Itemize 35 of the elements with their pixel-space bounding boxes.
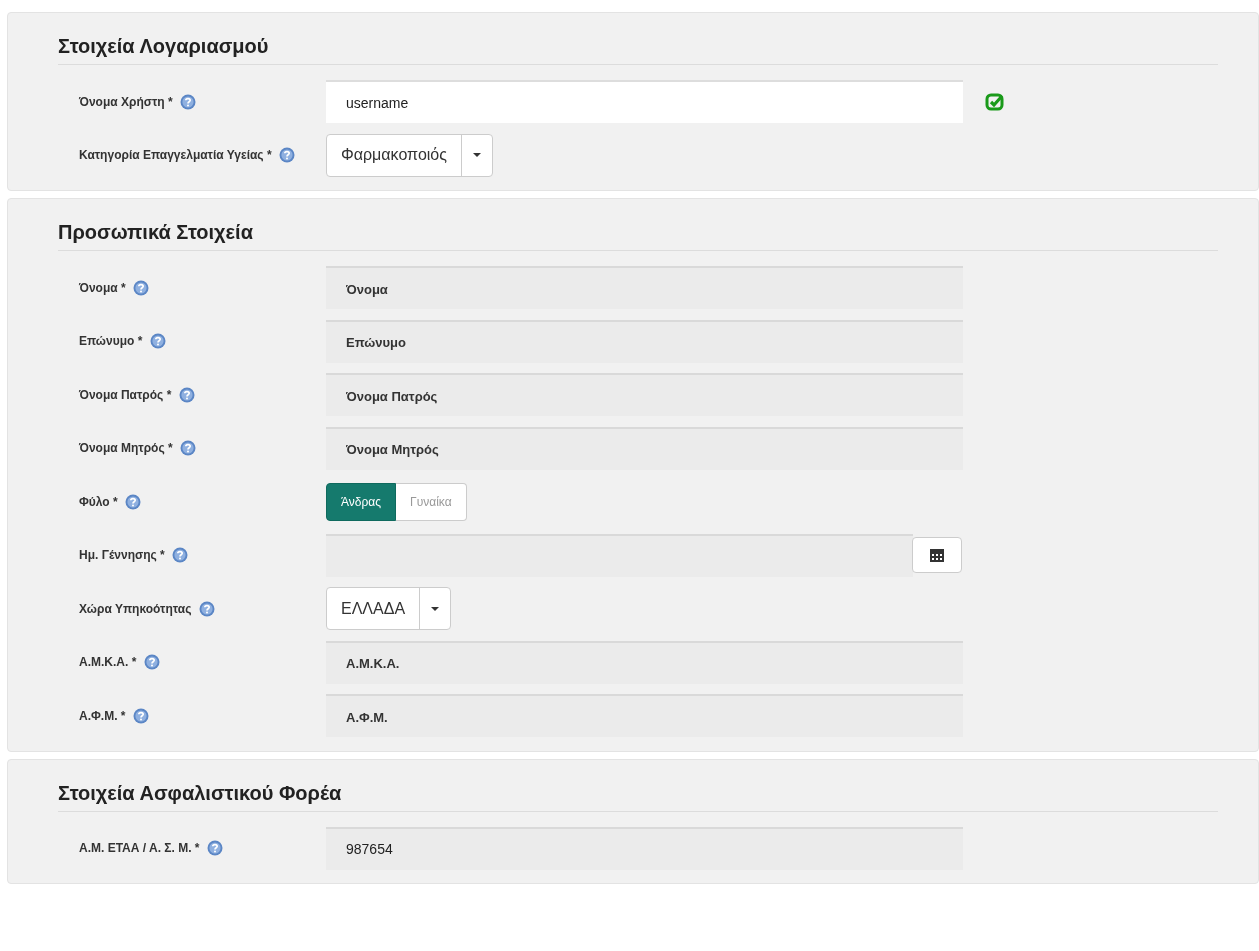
section-heading: Προσωπικά Στοιχεία xyxy=(58,221,1218,251)
select-dropdown[interactable]: ΕΛΛΑΔΑ xyxy=(326,587,452,631)
calendar-button[interactable] xyxy=(912,537,962,574)
help-icon[interactable] xyxy=(149,333,166,350)
section-heading: Στοιχεία Ασφαλιστικού Φορέα xyxy=(58,781,1218,812)
field-label: Κατηγορία Επαγγελματία Υγείας * xyxy=(79,148,272,163)
caret-icon xyxy=(431,606,440,611)
help-icon[interactable] xyxy=(172,547,189,564)
field-label: Επώνυμο * xyxy=(79,334,143,349)
text-input[interactable]: username xyxy=(326,80,963,124)
field-label: Α.Φ.Μ. * xyxy=(79,708,126,723)
field-label: Όνομα Μητρός * xyxy=(79,441,173,456)
caret-icon xyxy=(472,153,481,158)
section-heading: Στοιχεία Λογαριασμού xyxy=(58,35,1218,65)
field-label: Όνομα Χρήστη * xyxy=(79,94,173,109)
help-icon[interactable] xyxy=(133,279,150,296)
help-icon[interactable] xyxy=(198,600,215,617)
field-label: Α.Μ.Κ.Α. * xyxy=(79,655,137,670)
help-icon[interactable] xyxy=(143,654,160,671)
field-label: Α.Μ. ΕΤΑΑ / Α. Σ. Μ. * xyxy=(79,841,200,856)
select-dropdown[interactable]: Φαρμακοποιός xyxy=(326,133,493,177)
help-icon[interactable] xyxy=(279,147,296,164)
field-label: Φύλο * xyxy=(79,494,118,509)
field-label: Χώρα Υπηκοότητας xyxy=(79,601,192,616)
field-label: Όνομα Πατρός * xyxy=(79,387,172,402)
help-icon[interactable] xyxy=(180,440,197,457)
toggle-option[interactable]: Άνδρας xyxy=(326,482,397,521)
help-icon[interactable] xyxy=(207,840,223,857)
calendar-icon xyxy=(930,548,944,562)
field-label: Ημ. Γέννησης * xyxy=(79,548,165,563)
help-icon[interactable] xyxy=(178,386,195,403)
help-icon[interactable] xyxy=(180,93,197,110)
help-icon[interactable] xyxy=(133,707,149,724)
help-icon[interactable] xyxy=(125,493,142,510)
field-label: Όνομα * xyxy=(79,280,126,295)
